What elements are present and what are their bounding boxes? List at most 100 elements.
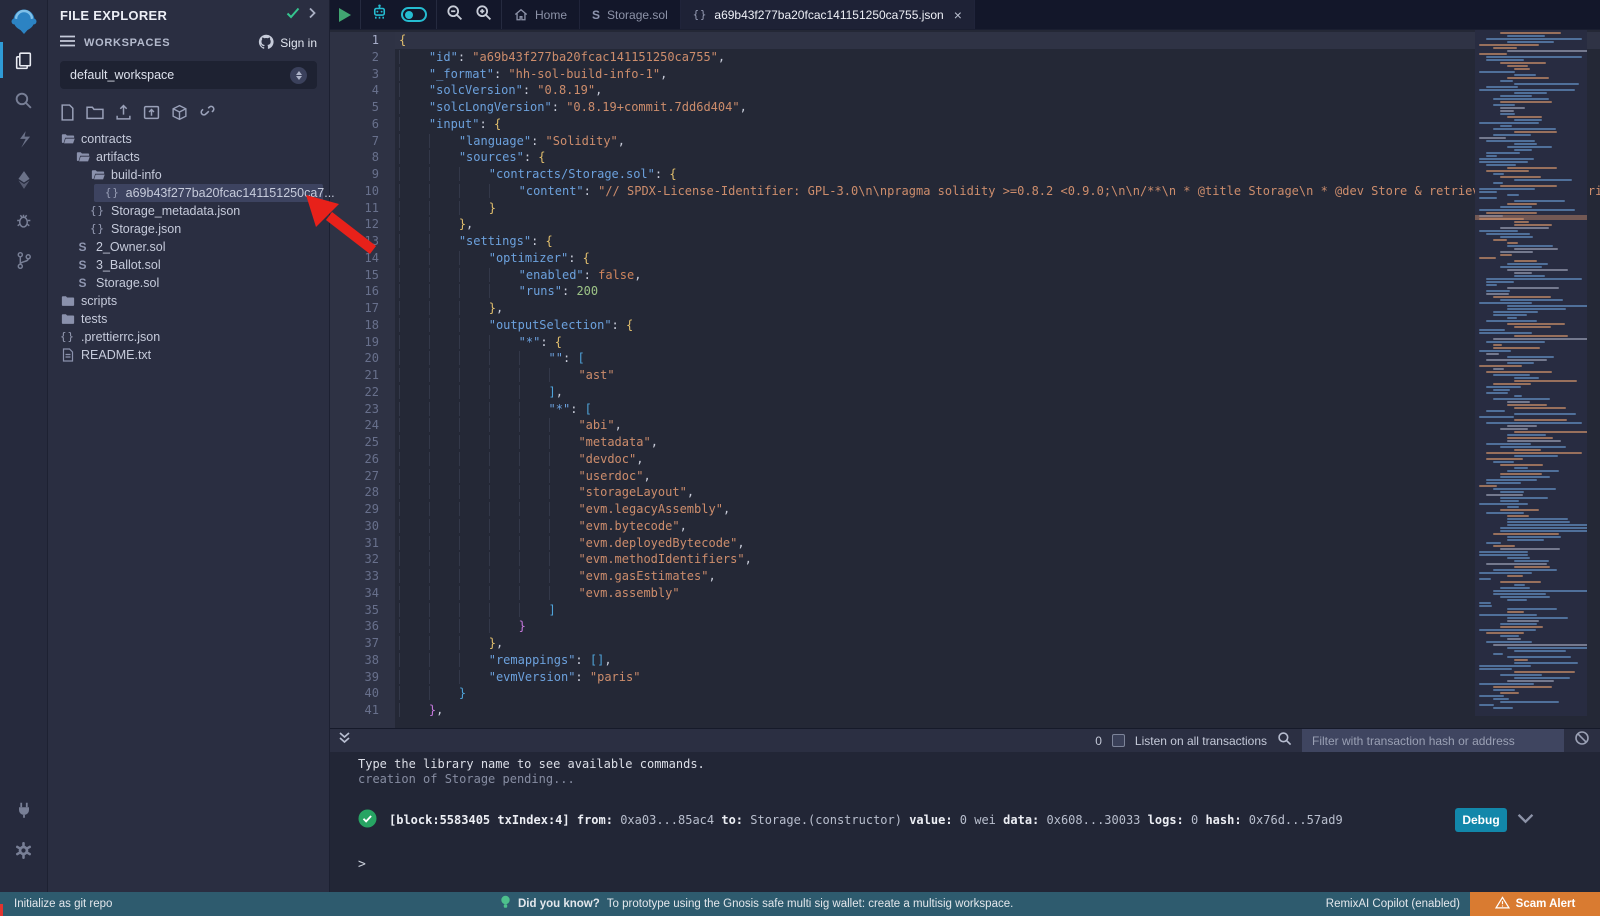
copilot-toggle[interactable] <box>401 7 427 22</box>
line-numbers: 1234567891011121314151617181920212223242… <box>330 32 395 728</box>
code-line: "abi", <box>395 417 1600 434</box>
new-file-icon[interactable] <box>60 104 75 121</box>
transaction-filter-input[interactable] <box>1302 729 1564 752</box>
zoom-in-icon[interactable] <box>475 4 492 26</box>
copilot-status[interactable]: RemixAI Copilot (enabled) <box>1326 898 1460 910</box>
tabs: HomeSStorage.sol{}a69b43f277ba20fcac1411… <box>502 0 975 29</box>
sidebar-item-search[interactable] <box>0 80 48 120</box>
folder-icon <box>60 295 75 307</box>
lightbulb-icon <box>500 895 511 913</box>
terminal-line: creation of Storage pending... <box>358 772 1600 787</box>
sidebar-item-solidity-compiler[interactable] <box>0 120 48 160</box>
transaction-count: 0 <box>1095 734 1102 748</box>
code-line: "metadata", <box>395 434 1600 451</box>
braces-icon: {} <box>693 9 708 21</box>
collapse-terminal-icon[interactable] <box>338 731 351 750</box>
code-line: "evm.bytecode", <box>395 518 1600 535</box>
braces-icon: {} <box>60 331 75 343</box>
terminal-toolbar: 0 Listen on all transactions <box>330 729 1600 752</box>
import-box-icon[interactable] <box>171 104 188 121</box>
upload-folder-icon[interactable] <box>143 104 160 121</box>
run-script-button[interactable] <box>339 8 351 22</box>
file-label: 2_Owner.sol <box>96 240 165 254</box>
chevron-right-icon[interactable] <box>308 6 317 24</box>
sidebar-item-git[interactable] <box>0 240 48 280</box>
workspace-select[interactable]: default_workspace <box>60 61 317 89</box>
tree-item-contracts[interactable]: contracts <box>48 130 329 148</box>
code-line: }, <box>395 300 1600 317</box>
tab-home[interactable]: Home <box>502 0 580 29</box>
did-you-know-tip: Did you know? To prototype using the Gno… <box>500 895 1013 913</box>
status-bar: Initialize as git repo Did you know? To … <box>0 892 1600 916</box>
tree-item-scripts[interactable]: scripts <box>48 292 329 310</box>
transaction-summary: [block:5583405 txIndex:4] from: 0xa03...… <box>389 813 1343 827</box>
plugin-manager-button[interactable] <box>0 790 48 830</box>
code-line: }, <box>395 702 1600 719</box>
sidebar-item-debugger[interactable] <box>0 200 48 240</box>
tree-item-storage-json[interactable]: {}Storage.json <box>48 220 329 238</box>
scam-alert-button[interactable]: Scam Alert <box>1470 892 1600 916</box>
code-line: "enabled": false, <box>395 267 1600 284</box>
code-content[interactable]: { "id": "a69b43f277ba20fcac141151250ca75… <box>395 32 1600 728</box>
git-init-button[interactable]: Initialize as git repo <box>14 898 112 910</box>
red-arrow-annotation <box>303 192 381 263</box>
settings-button[interactable] <box>0 830 48 870</box>
tree-item-build-info[interactable]: build-info <box>48 166 329 184</box>
code-line: "*": { <box>395 334 1600 351</box>
activity-bar <box>0 0 48 892</box>
code-line: "_format": "hh-sol-build-info-1", <box>395 66 1600 83</box>
clear-console-icon[interactable] <box>1574 730 1590 751</box>
warning-icon <box>1495 896 1510 912</box>
success-check-icon <box>358 809 377 831</box>
tree-item-artifacts[interactable]: artifacts <box>48 148 329 166</box>
code-line: "evm.gasEstimates", <box>395 568 1600 585</box>
expand-transaction-icon[interactable] <box>1517 813 1534 827</box>
tab-a69b43f277ba20fcac141151250ca755-json[interactable]: {}a69b43f277ba20fcac141151250ca755.json× <box>681 0 975 29</box>
select-arrows-icon <box>290 67 307 84</box>
terminal-prompt[interactable]: > <box>358 857 1600 872</box>
sidebar-item-deploy-run[interactable] <box>0 160 48 200</box>
terminal-search-icon <box>1277 731 1292 751</box>
tab-storage-sol[interactable]: SStorage.sol <box>580 0 681 29</box>
file-label: artifacts <box>96 150 140 164</box>
file-label: README.txt <box>81 348 151 362</box>
remix-logo-icon[interactable] <box>7 6 41 40</box>
menu-icon[interactable] <box>60 34 75 52</box>
tree-item--prettierrc-json[interactable]: {}.prettierrc.json <box>48 328 329 346</box>
tree-item-tests[interactable]: tests <box>48 310 329 328</box>
code-line: ] <box>395 602 1600 619</box>
new-folder-icon[interactable] <box>86 104 104 121</box>
tree-item-a69b43f277ba20fcac141151250ca7-[interactable]: {}a69b43f277ba20fcac141151250ca7... <box>48 184 329 202</box>
tree-item-storage-metadata-json[interactable]: {}Storage_metadata.json <box>48 202 329 220</box>
code-line: "": [ <box>395 350 1600 367</box>
code-editor[interactable]: 1234567891011121314151617181920212223242… <box>330 30 1600 728</box>
ai-copilot-robot-icon[interactable] <box>370 3 389 27</box>
gear-icon <box>14 841 33 860</box>
tree-item-storage-sol[interactable]: SStorage.sol <box>48 274 329 292</box>
transaction-log-row[interactable]: [block:5583405 txIndex:4] from: 0xa03...… <box>358 809 1600 831</box>
file-icon <box>60 348 75 362</box>
close-icon[interactable]: × <box>954 8 962 22</box>
code-line: "id": "a69b43f277ba20fcac141151250ca755"… <box>395 49 1600 66</box>
debug-button[interactable]: Debug <box>1455 808 1507 832</box>
file-label: Storage.json <box>111 222 181 236</box>
plug-icon <box>14 800 34 820</box>
tree-item-2-owner-sol[interactable]: S2_Owner.sol <box>48 238 329 256</box>
listen-checkbox[interactable] <box>1112 734 1125 747</box>
code-line: "input": { <box>395 116 1600 133</box>
minimap[interactable] <box>1475 30 1587 716</box>
tree-item-readme-txt[interactable]: README.txt <box>48 346 329 364</box>
tab-label: Storage.sol <box>607 8 668 22</box>
code-line: "evm.assembly" <box>395 585 1600 602</box>
code-line: "devdoc", <box>395 451 1600 468</box>
sidebar-item-file-explorer[interactable] <box>0 40 48 80</box>
zoom-out-icon[interactable] <box>446 4 463 26</box>
import-link-icon[interactable] <box>199 104 216 121</box>
upload-file-icon[interactable] <box>115 104 132 121</box>
check-icon <box>286 6 300 24</box>
tree-item-3-ballot-sol[interactable]: S3_Ballot.sol <box>48 256 329 274</box>
file-explorer-panel: FILE EXPLORER WORKSPACES Sign in default… <box>48 0 330 892</box>
code-line: "remappings": [], <box>395 652 1600 669</box>
github-signin-button[interactable]: Sign in <box>258 34 317 53</box>
code-line: "evm.deployedBytecode", <box>395 535 1600 552</box>
